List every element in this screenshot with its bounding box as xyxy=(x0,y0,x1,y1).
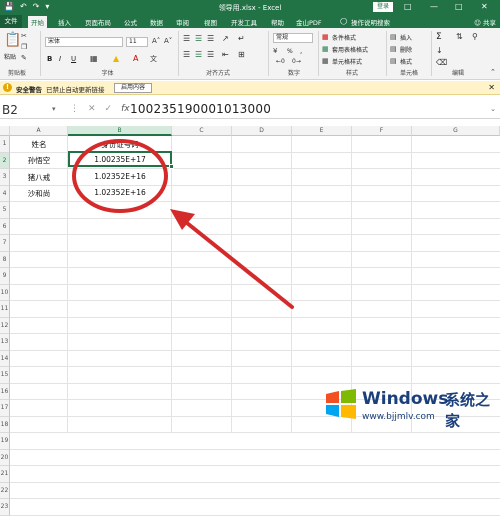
annotation-arrow-shaft xyxy=(180,217,294,309)
watermark-cn: 系统之家 xyxy=(445,391,491,430)
row-gridline xyxy=(10,448,500,450)
row-gridline xyxy=(10,514,500,516)
row-header[interactable]: 21 xyxy=(0,466,10,483)
row-gridline xyxy=(10,465,500,466)
row-gridline xyxy=(10,432,500,433)
annotation-overlay xyxy=(72,139,294,309)
annotation-circle xyxy=(72,139,168,213)
watermark-url: www.bjjmlv.com xyxy=(362,412,435,422)
row-header[interactable]: 19 xyxy=(0,433,10,450)
watermark: Windows 系统之家 www.bjjmlv.com xyxy=(318,383,500,432)
row-header[interactable]: 22 xyxy=(0,482,10,499)
row-gridline xyxy=(10,481,500,483)
row-header[interactable]: 23 xyxy=(0,499,10,516)
row-gridline xyxy=(10,498,500,499)
watermark-brand: Windows xyxy=(362,389,449,409)
windows-logo-icon xyxy=(326,389,356,419)
row-header[interactable]: 20 xyxy=(0,449,10,466)
